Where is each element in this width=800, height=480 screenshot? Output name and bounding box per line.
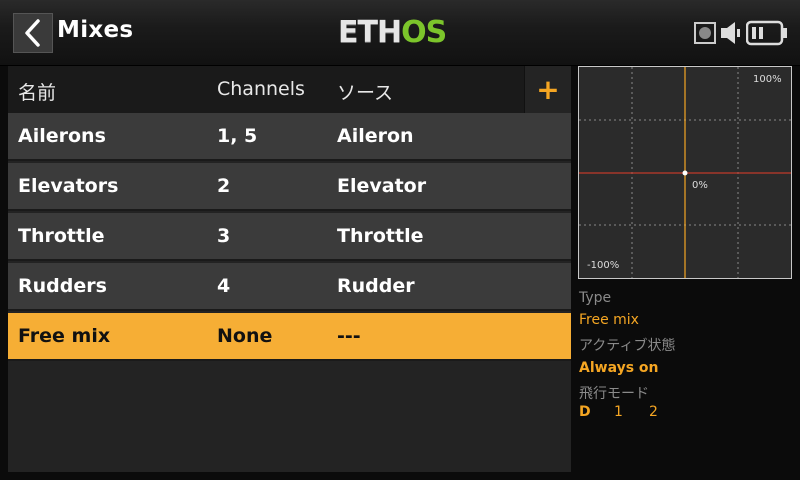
mix-source: Throttle <box>337 225 424 247</box>
mix-curve-preview: 100% 0% -100% <box>578 66 792 279</box>
curve-center-label: 0% <box>692 180 708 191</box>
mix-channels: 2 <box>217 175 231 197</box>
curve-point <box>682 170 688 176</box>
flight-modes: D 1 2 <box>579 404 669 420</box>
mixes-table: 名前 Channels ソース + Ailerons 1, 5 Aileron … <box>8 66 571 472</box>
mix-name: Throttle <box>18 225 105 247</box>
mix-name: Rudders <box>18 275 107 297</box>
column-header-source: ソース <box>337 82 394 104</box>
mix-channels: 4 <box>217 275 231 297</box>
active-condition-label: アクティブ状態 <box>579 338 676 354</box>
mix-name: Ailerons <box>18 125 106 147</box>
mix-source: Aileron <box>337 125 414 147</box>
column-header-channels: Channels <box>217 78 305 100</box>
mix-source: Rudder <box>337 275 415 297</box>
type-value: Free mix <box>579 312 639 328</box>
table-row[interactable]: Ailerons 1, 5 Aileron <box>8 113 571 161</box>
battery-icon[interactable] <box>746 20 788 46</box>
curve-min-label: -100% <box>587 260 619 271</box>
back-button[interactable] <box>13 13 53 53</box>
page-title: Mixes <box>57 17 134 43</box>
flight-mode-default: D <box>579 404 591 420</box>
record-icon[interactable] <box>694 22 716 44</box>
status-icons <box>694 20 788 46</box>
add-mix-button[interactable]: + <box>524 66 571 113</box>
table-row[interactable]: Elevators 2 Elevator <box>8 163 571 211</box>
mix-name: Elevators <box>18 175 119 197</box>
flight-mode-2: 2 <box>649 404 658 420</box>
curve-graph: 100% 0% -100% <box>579 67 791 278</box>
plus-icon: + <box>536 72 560 106</box>
curve-max-label: 100% <box>753 74 782 85</box>
mix-channels: 3 <box>217 225 231 247</box>
table-row[interactable]: Rudders 4 Rudder <box>8 263 571 311</box>
speaker-icon[interactable] <box>720 20 742 46</box>
top-bar: Mixes ETHOS <box>0 0 800 66</box>
mix-source: Elevator <box>337 175 427 197</box>
table-row[interactable]: Throttle 3 Throttle <box>8 213 571 261</box>
back-chevron-icon <box>25 19 40 47</box>
ethos-logo: ETHOS <box>338 15 447 50</box>
table-row-selected[interactable]: Free mix None --- <box>8 313 571 361</box>
flight-mode-label: 飛行モード <box>579 386 649 402</box>
mix-name: Free mix <box>18 325 111 347</box>
mix-channels: 1, 5 <box>217 125 258 147</box>
type-label: Type <box>579 290 612 306</box>
flight-mode-1: 1 <box>614 404 623 420</box>
mix-channels: None <box>217 325 273 347</box>
mix-source: --- <box>337 325 361 347</box>
active-condition-value: Always on <box>579 360 659 376</box>
column-header-name: 名前 <box>18 82 57 104</box>
table-header: 名前 Channels ソース + <box>8 66 571 113</box>
